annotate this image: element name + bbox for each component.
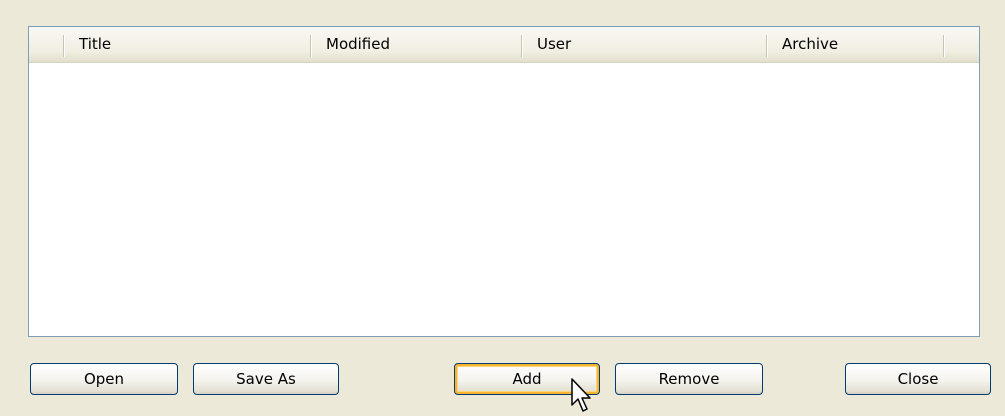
column-header-archive[interactable]: Archive <box>767 27 943 62</box>
column-header-title[interactable]: Title <box>64 27 310 62</box>
save-as-button[interactable]: Save As <box>193 363 339 395</box>
remove-button[interactable]: Remove <box>615 363 763 395</box>
document-list[interactable]: Title Modified User Archive <box>28 26 980 337</box>
list-body[interactable] <box>29 63 979 336</box>
list-header: Title Modified User Archive <box>29 27 979 63</box>
column-divider[interactable] <box>943 35 945 57</box>
open-button[interactable]: Open <box>30 363 178 395</box>
column-header-modified[interactable]: Modified <box>311 27 521 62</box>
column-header-user[interactable]: User <box>522 27 766 62</box>
close-button[interactable]: Close <box>845 363 991 395</box>
mouse-pointer-icon <box>571 378 591 412</box>
